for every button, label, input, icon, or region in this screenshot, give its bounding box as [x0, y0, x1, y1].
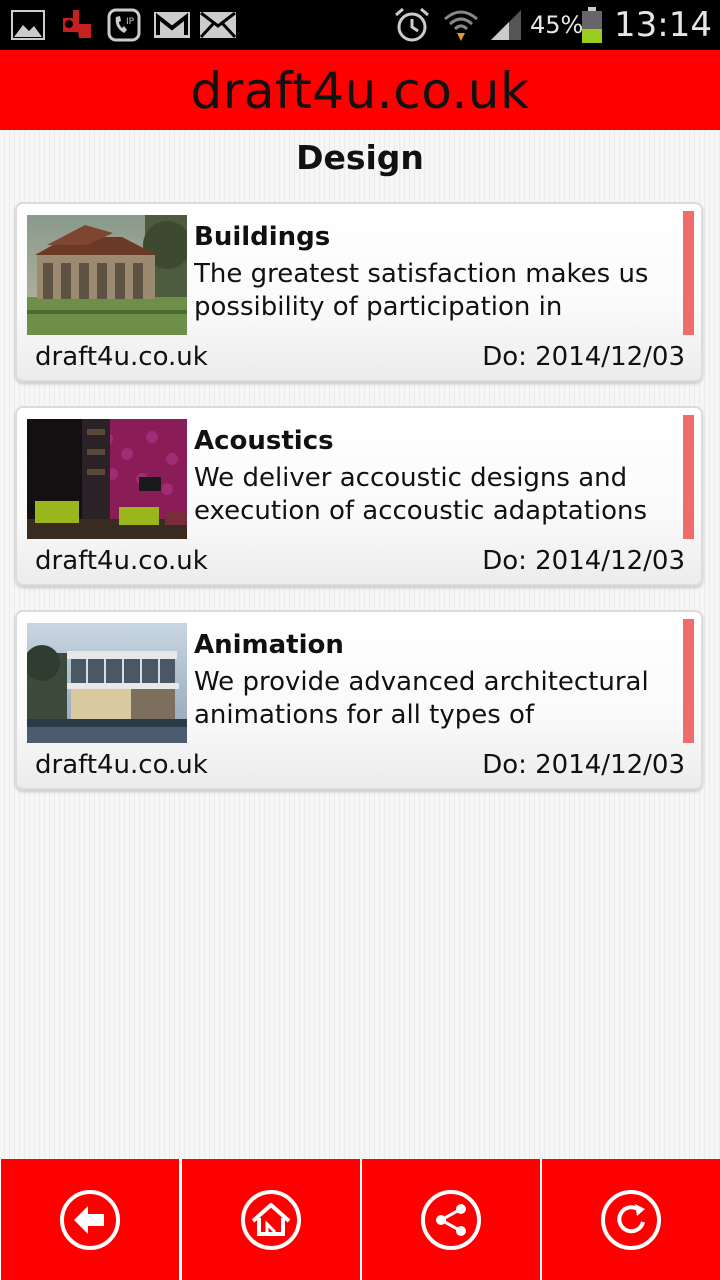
animation-photo — [27, 623, 187, 743]
home-icon — [241, 1189, 301, 1250]
clock: 13:14 — [614, 5, 712, 45]
article-title[interactable]: Buildings — [194, 222, 330, 252]
article-card-acoustics[interactable]: Acoustics We deliver accoustic designs a… — [15, 406, 703, 586]
article-card-buildings[interactable]: Buildings The greatest satisfaction make… — [15, 202, 703, 382]
article-card-animation[interactable]: Animation We provide advanced architectu… — [15, 610, 703, 790]
article-date: Do: 2014/12/03 — [482, 546, 685, 576]
site-title: draft4u.co.uk — [190, 62, 530, 120]
article-description: We deliver accoustic designs and executi… — [194, 463, 648, 526]
building-photo — [27, 215, 187, 335]
article-source: draft4u.co.uk — [35, 342, 208, 372]
app-header: draft4u.co.uk — [0, 50, 720, 130]
bottom-toolbar — [0, 1159, 720, 1280]
draft4u-app-icon — [56, 8, 98, 42]
page-title: Design — [296, 138, 424, 177]
svg-text:IP: IP — [126, 17, 135, 27]
gmail-icon — [153, 8, 191, 42]
article-source: draft4u.co.uk — [35, 546, 208, 576]
refresh-button[interactable] — [542, 1159, 720, 1280]
wifi-icon — [441, 8, 481, 42]
article-title[interactable]: Acoustics — [194, 426, 334, 456]
alarm-icon — [392, 7, 432, 42]
accent-bar — [683, 211, 694, 335]
gallery-icon — [10, 8, 46, 42]
battery-icon — [580, 7, 604, 43]
article-source: draft4u.co.uk — [35, 750, 208, 780]
battery-percent: 45% — [530, 11, 584, 39]
home-button[interactable] — [182, 1159, 360, 1280]
email-icon — [199, 8, 237, 42]
article-description: The greatest satisfaction makes us possi… — [194, 259, 649, 322]
back-button[interactable] — [1, 1159, 179, 1280]
signal-icon — [488, 8, 524, 42]
article-date: Do: 2014/12/03 — [482, 342, 685, 372]
refresh-icon — [601, 1189, 661, 1250]
article-description: We provide advanced architectural animat… — [194, 667, 649, 730]
accent-bar — [683, 619, 694, 743]
accent-bar — [683, 415, 694, 539]
voicemail-icon: IP — [106, 8, 142, 42]
back-icon — [60, 1189, 120, 1250]
article-date: Do: 2014/12/03 — [482, 750, 685, 780]
article-title[interactable]: Animation — [194, 630, 344, 660]
share-button[interactable] — [362, 1159, 540, 1280]
share-icon — [421, 1189, 481, 1250]
status-bar: IP 45% 13:14 — [0, 0, 720, 50]
acoustics-photo — [27, 419, 187, 539]
